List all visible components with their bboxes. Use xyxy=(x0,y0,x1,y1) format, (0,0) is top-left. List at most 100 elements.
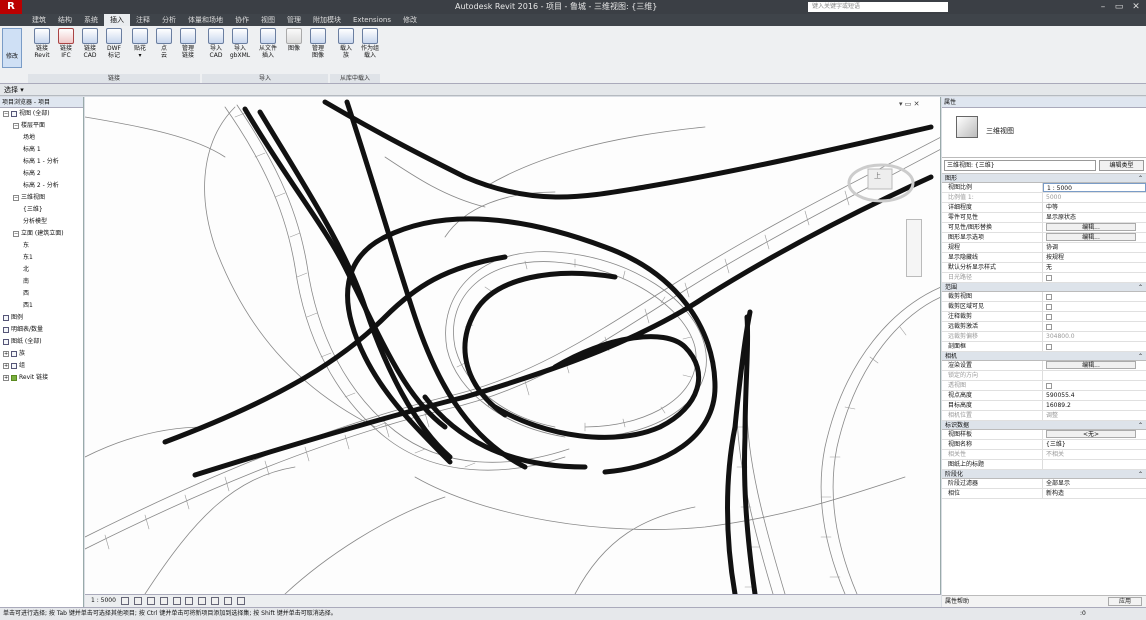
ribbon-button-7[interactable]: 导入 CAD xyxy=(204,28,228,59)
property-edit-button[interactable]: <无> xyxy=(1046,430,1136,438)
browser-item[interactable]: 西1 xyxy=(0,300,83,312)
browser-item[interactable]: + 族 xyxy=(0,348,83,360)
ribbon-button-10[interactable]: 图像 xyxy=(282,28,306,52)
ribbon-button-13[interactable]: 作为组 载入 xyxy=(358,28,382,59)
search-input[interactable]: 键入关键字或短语 xyxy=(808,2,948,12)
interchange-drawing[interactable] xyxy=(85,97,941,594)
ribbon-button-0[interactable]: 链接 Revit xyxy=(30,28,54,59)
collapse-icon[interactable]: − xyxy=(13,122,19,129)
browser-item[interactable]: 西 xyxy=(0,288,83,300)
browser-item[interactable]: 图纸 (全部) xyxy=(0,336,83,348)
property-value[interactable]: 新构造 xyxy=(1043,489,1146,498)
tab-5[interactable]: 分析 xyxy=(156,14,182,26)
modify-select-button[interactable]: 修改 xyxy=(2,28,22,68)
browser-item[interactable]: − 楼层平面 xyxy=(0,120,83,132)
viewcube[interactable]: 上 xyxy=(846,147,916,207)
property-value[interactable] xyxy=(1043,342,1146,351)
expand-icon[interactable]: + xyxy=(3,374,9,381)
property-edit-button[interactable]: 编辑... xyxy=(1046,223,1136,231)
drawing-canvas[interactable]: ▾ ▭ ✕ 上 xyxy=(85,97,941,594)
tab-6[interactable]: 体量和场地 xyxy=(182,14,229,26)
browser-item[interactable]: 北 xyxy=(0,264,83,276)
properties-section-header[interactable]: 图形 xyxy=(942,174,1146,183)
property-value[interactable]: 按规程 xyxy=(1043,253,1146,262)
browser-item[interactable]: 东1 xyxy=(0,252,83,264)
tab-0[interactable]: 建筑 xyxy=(26,14,52,26)
browser-item[interactable]: − 视图 (全部) xyxy=(0,108,83,120)
expand-icon[interactable]: + xyxy=(3,350,9,357)
ribbon-button-12[interactable]: 载入 族 xyxy=(334,28,358,59)
browser-item[interactable]: 标高 1 xyxy=(0,144,83,156)
visual-style-icon[interactable] xyxy=(133,596,142,605)
tab-7[interactable]: 协作 xyxy=(229,14,255,26)
shadows-icon[interactable] xyxy=(159,596,168,605)
properties-help-link[interactable]: 属性帮助 xyxy=(945,598,969,605)
tab-3[interactable]: 插入 xyxy=(104,14,130,26)
ribbon-button-8[interactable]: 导入 gbXML xyxy=(228,28,252,59)
render-icon[interactable] xyxy=(172,596,181,605)
property-value[interactable]: 中等 xyxy=(1043,203,1146,212)
property-value[interactable]: 全部显示 xyxy=(1043,479,1146,488)
edit-type-button[interactable]: 编辑类型 xyxy=(1099,160,1144,171)
browser-item[interactable]: 标高 2 - 分析 xyxy=(0,180,83,192)
browser-item[interactable]: − 立面 (建筑立面) xyxy=(0,228,83,240)
select-dropdown[interactable]: 选择 ▾ xyxy=(4,86,24,94)
tab-9[interactable]: 管理 xyxy=(281,14,307,26)
crop-icon[interactable] xyxy=(185,596,194,605)
browser-item[interactable]: 明细表/数量 xyxy=(0,324,83,336)
property-value[interactable]: 无 xyxy=(1043,263,1146,272)
tab-11[interactable]: Extensions xyxy=(347,14,397,26)
ribbon-button-6[interactable]: 管理 链接 xyxy=(176,28,200,59)
browser-item[interactable]: 标高 1 - 分析 xyxy=(0,156,83,168)
property-value[interactable]: 1 : 5000 xyxy=(1043,183,1146,192)
property-edit-button[interactable]: 编辑... xyxy=(1046,361,1136,369)
ribbon-button-11[interactable]: 管理 图像 xyxy=(306,28,330,59)
properties-section-header[interactable]: 阶段化 xyxy=(942,470,1146,479)
property-value[interactable]: 显示原状态 xyxy=(1043,213,1146,222)
navigation-bar[interactable] xyxy=(906,219,922,277)
property-checkbox[interactable] xyxy=(1046,323,1052,330)
browser-item[interactable]: + Revit 链接 xyxy=(0,372,83,384)
app-logo[interactable]: R xyxy=(0,0,22,14)
ribbon-button-3[interactable]: DWF 标记 xyxy=(102,28,126,59)
properties-section-header[interactable]: 相机 xyxy=(942,352,1146,361)
property-value[interactable] xyxy=(1043,322,1146,331)
property-value[interactable] xyxy=(1043,312,1146,321)
properties-section-header[interactable]: 范围 xyxy=(942,283,1146,292)
tab-8[interactable]: 视图 xyxy=(255,14,281,26)
property-checkbox[interactable] xyxy=(1046,303,1052,310)
property-value[interactable] xyxy=(1043,302,1146,311)
property-value[interactable] xyxy=(1043,460,1146,469)
property-edit-button[interactable]: 编辑... xyxy=(1046,233,1136,241)
ribbon-button-1[interactable]: 链接 IFC xyxy=(54,28,78,59)
canvas-window-controls[interactable]: ▾ ▭ ✕ xyxy=(899,100,919,108)
property-checkbox[interactable] xyxy=(1046,313,1052,320)
close-button[interactable]: ✕ xyxy=(1127,0,1145,14)
property-value[interactable] xyxy=(1043,292,1146,301)
tab-1[interactable]: 结构 xyxy=(52,14,78,26)
hide-isolate-icon[interactable] xyxy=(224,596,233,605)
browser-item[interactable]: 图例 xyxy=(0,312,83,324)
browser-item[interactable]: 场地 xyxy=(0,132,83,144)
tab-2[interactable]: 系统 xyxy=(78,14,104,26)
property-value[interactable]: 编辑... xyxy=(1043,361,1146,370)
collapse-icon[interactable]: − xyxy=(13,230,19,237)
reveal-hidden-icon[interactable] xyxy=(237,596,246,605)
expand-icon[interactable]: + xyxy=(3,362,9,369)
detail-level-icon[interactable] xyxy=(120,596,129,605)
maximize-button[interactable]: ▭ xyxy=(1110,0,1128,14)
property-value[interactable]: 协调 xyxy=(1043,243,1146,252)
browser-item[interactable]: + 组 xyxy=(0,360,83,372)
properties-section-header[interactable]: 标识数据 xyxy=(942,421,1146,430)
browser-item[interactable]: 东 xyxy=(0,240,83,252)
browser-item[interactable]: 分析模型 xyxy=(0,216,83,228)
viewcube-graphic[interactable] xyxy=(846,147,916,207)
collapse-icon[interactable]: − xyxy=(13,194,19,201)
browser-item[interactable]: {三维} xyxy=(0,204,83,216)
lock-view-icon[interactable] xyxy=(211,596,220,605)
ribbon-button-4[interactable]: 贴花 ▾ xyxy=(128,28,152,59)
view-scale[interactable]: 1 : 5000 xyxy=(91,597,116,604)
property-value[interactable]: 16089.2 xyxy=(1043,401,1146,410)
ribbon-button-9[interactable]: 从文件 插入 xyxy=(256,28,280,59)
browser-item[interactable]: 南 xyxy=(0,276,83,288)
